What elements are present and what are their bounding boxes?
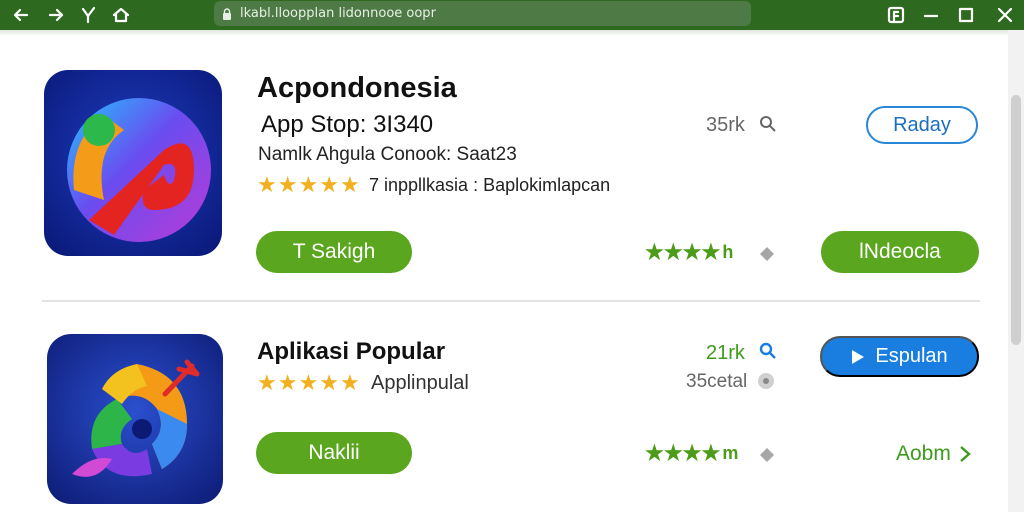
address-url: lkabl.lloopplan lidonnooe oopr — [240, 6, 436, 21]
play-icon — [852, 349, 865, 364]
pin-icon[interactable] — [758, 245, 776, 263]
minimize-icon[interactable] — [919, 3, 943, 27]
download-icon[interactable] — [77, 3, 101, 27]
row-divider — [42, 300, 980, 302]
rating-text: Applinpulal — [371, 372, 469, 394]
forward-arrow-icon[interactable] — [44, 3, 68, 27]
more-link-label: Aobm — [896, 442, 951, 465]
browser-titlebar: lkabl.lloopplan lidonnooe oopr — [0, 0, 1024, 30]
app-title[interactable]: Aplikasi Popular — [257, 338, 445, 366]
primary-action-button[interactable]: T Sakigh — [256, 231, 412, 273]
pin-icon[interactable] — [758, 446, 776, 464]
app-icon-acpondonesia[interactable] — [44, 70, 222, 256]
app-subtitle: App Stop: 3I340 — [261, 111, 434, 138]
home-icon[interactable] — [109, 3, 133, 27]
app-icon-aplikasi-popular[interactable] — [47, 334, 223, 504]
stat-value: 21rk — [706, 342, 745, 364]
app-developer: Namlk Ahgula Conook: Saat23 — [258, 144, 517, 165]
scrollbar-thumb[interactable] — [1011, 95, 1021, 345]
play-button[interactable]: Espulan — [820, 336, 979, 377]
extension-icon[interactable] — [884, 3, 908, 27]
close-icon[interactable] — [993, 3, 1017, 27]
rating-text: 7 inppllkasia : Baplokimlapcan — [369, 175, 611, 195]
search-icon[interactable] — [759, 342, 777, 360]
stat-value: 35rk — [706, 114, 745, 136]
secondary-action-button[interactable]: lNdeocla — [821, 231, 979, 273]
toolbar-shadow — [0, 30, 1024, 36]
back-arrow-icon[interactable] — [9, 3, 33, 27]
rating-stars: ★ ★ ★ ★ ★ — [257, 370, 360, 395]
address-bar[interactable]: lkabl.lloopplan lidonnooe oopr — [214, 1, 751, 26]
settings-icon[interactable] — [757, 372, 775, 390]
secondary-rating-stars: ★★★★ h — [645, 241, 734, 264]
rating-stars: ★ ★ ★ ★ ★ — [257, 172, 360, 197]
secondary-rating-stars: ★★★★ m — [645, 442, 739, 465]
primary-action-button[interactable]: Naklii — [256, 432, 412, 474]
chevron-right-icon — [960, 446, 971, 462]
stat-secondary: 35cetal — [686, 371, 748, 392]
search-icon[interactable] — [759, 115, 777, 133]
ready-button[interactable]: Raday — [866, 106, 978, 144]
lock-icon — [223, 7, 231, 20]
more-link[interactable]: Aobm — [896, 442, 971, 466]
app-title[interactable]: Acpondonesia — [257, 72, 457, 105]
play-button-label: Espulan — [875, 345, 948, 367]
maximize-icon[interactable] — [954, 3, 978, 27]
